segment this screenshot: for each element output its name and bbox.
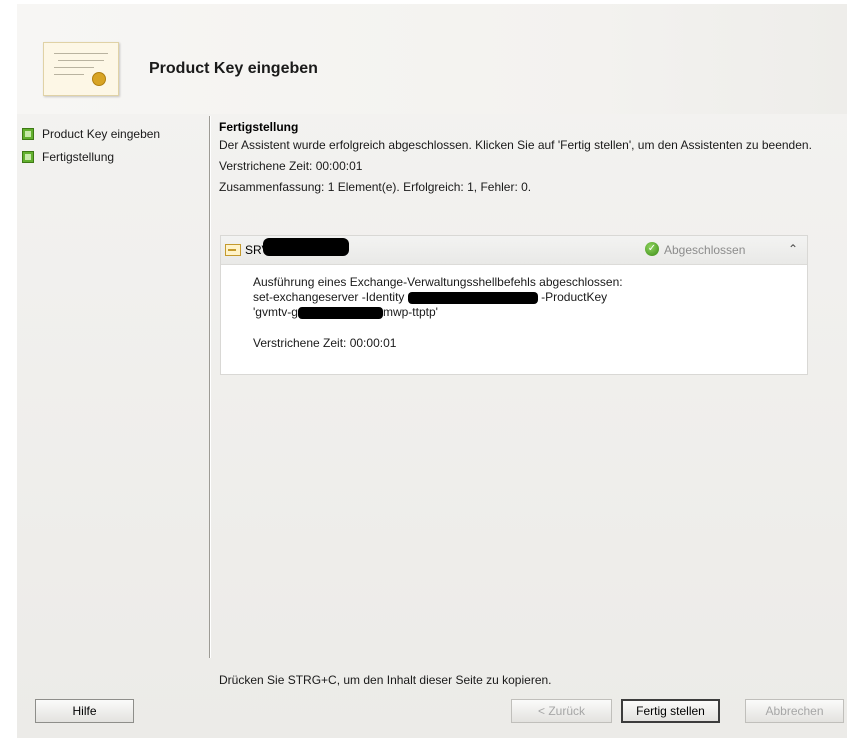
checkmark-icon: ✓ bbox=[645, 242, 659, 256]
redaction-mark bbox=[297, 306, 383, 319]
intro-text: Der Assistent wurde erfolgreich abgeschl… bbox=[219, 138, 812, 152]
status-label: Abgeschlossen bbox=[664, 243, 746, 257]
back-button[interactable]: < Zurück bbox=[511, 699, 612, 723]
page-title: Product Key eingeben bbox=[149, 60, 318, 77]
help-button[interactable]: Hilfe bbox=[35, 699, 134, 723]
finish-button[interactable]: Fertig stellen bbox=[621, 699, 720, 723]
nav-item-label: Fertigstellung bbox=[42, 150, 115, 164]
content-area: Fertigstellung Der Assistent wurde erfol… bbox=[219, 120, 819, 201]
vertical-divider bbox=[209, 116, 211, 658]
command-line-2: set-exchangeserver -Identity -ProductKey bbox=[253, 290, 807, 305]
command-text: mwp-ttptp' bbox=[382, 305, 438, 319]
nav-item-product-key[interactable]: Product Key eingeben bbox=[22, 124, 212, 144]
command-text: set-exchangeserver -Identity bbox=[253, 290, 405, 304]
command-line-3: 'gvmtv-g mwp-ttptp' bbox=[253, 305, 807, 320]
collapse-icon[interactable]: ⌃ bbox=[788, 242, 798, 256]
check-icon bbox=[22, 151, 34, 163]
nav-item-label: Product Key eingeben bbox=[42, 127, 161, 141]
summary-text: Zusammenfassung: 1 Element(e). Erfolgrei… bbox=[219, 180, 532, 194]
certificate-icon bbox=[43, 42, 119, 96]
result-panel: SRV-EXCH01 ✓ Abgeschlossen ⌃ Ausführung … bbox=[220, 235, 808, 375]
redaction-mark bbox=[407, 291, 538, 304]
wizard-header: Product Key eingeben bbox=[17, 4, 847, 114]
command-line-1: Ausführung eines Exchange-Verwaltungsshe… bbox=[253, 275, 623, 289]
command-text: 'gvmtv-g bbox=[253, 305, 298, 319]
section-title: Fertigstellung bbox=[219, 120, 299, 134]
result-header[interactable]: SRV-EXCH01 ✓ Abgeschlossen ⌃ bbox=[221, 236, 807, 265]
wizard-steps-nav: Product Key eingeben Fertigstellung bbox=[22, 124, 212, 170]
command-text: -ProductKey bbox=[541, 290, 608, 304]
server-icon bbox=[225, 244, 241, 256]
cancel-button[interactable]: Abbrechen bbox=[745, 699, 844, 723]
elapsed-time: Verstrichene Zeit: 00:00:01 bbox=[219, 159, 363, 173]
check-icon bbox=[22, 128, 34, 140]
nav-item-completion[interactable]: Fertigstellung bbox=[22, 147, 212, 167]
redaction-mark bbox=[263, 238, 349, 256]
copy-hint: Drücken Sie STRG+C, um den Inhalt dieser… bbox=[219, 673, 552, 687]
result-elapsed-time: Verstrichene Zeit: 00:00:01 bbox=[253, 336, 397, 350]
result-body: Ausführung eines Exchange-Verwaltungsshe… bbox=[221, 265, 807, 351]
